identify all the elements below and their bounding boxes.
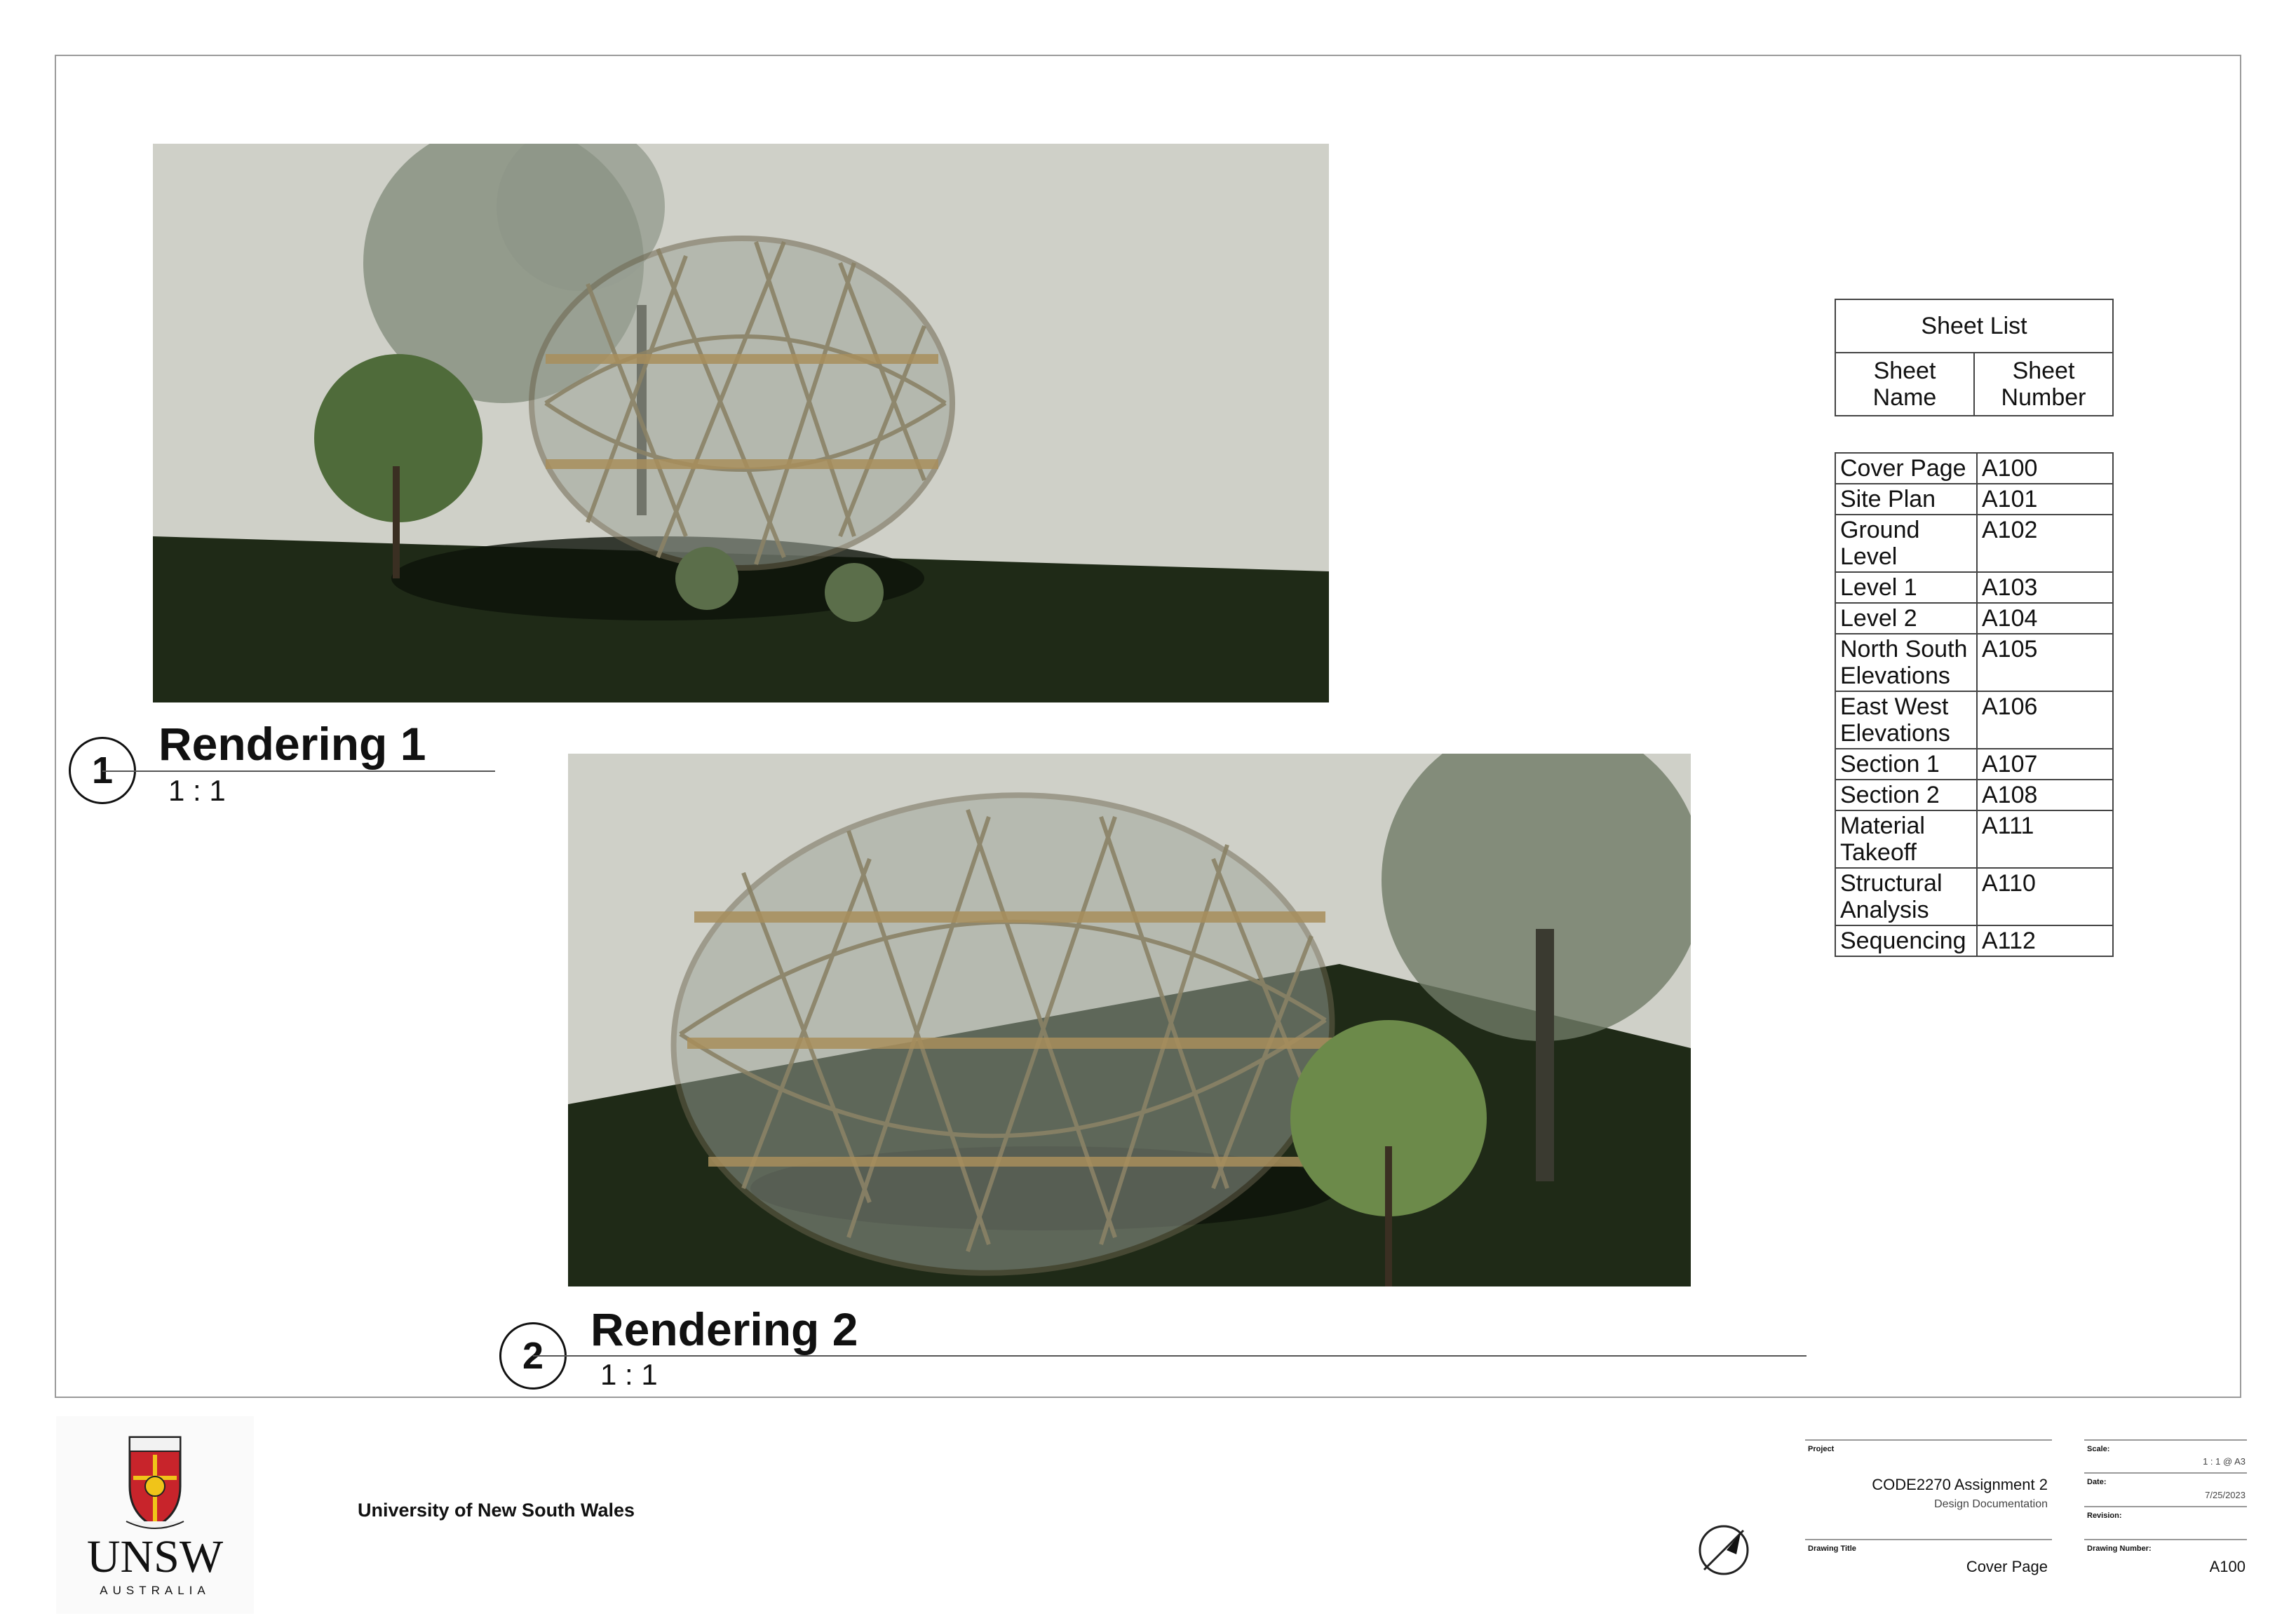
sheet-name-cell: North South Elevations: [1835, 633, 1978, 692]
sheet-number-cell: A105: [1976, 633, 2114, 692]
title-block-line: [2084, 1472, 2247, 1474]
sheet-name-cell: Level 1: [1835, 571, 1978, 604]
project-label: Project: [1808, 1445, 1835, 1453]
sheet-number-cell: A100: [1976, 452, 2114, 484]
sheet-number-cell: A110: [1976, 867, 2114, 926]
sheet-name-column-header: Sheet Name: [1835, 352, 1975, 416]
title-block-line: [2084, 1539, 2247, 1540]
view-2-title-line: [533, 1355, 1807, 1357]
sheet-name-cell: Section 1: [1835, 748, 1978, 780]
date-value: 7/25/2023: [2205, 1490, 2246, 1500]
project-subtitle: Design Documentation: [1934, 1498, 2048, 1510]
unsw-crest-icon: UNSW AUSTRALIA: [87, 1436, 224, 1597]
drawing-number: A100: [2209, 1558, 2246, 1575]
sheet-name-cell: Site Plan: [1835, 483, 1978, 515]
sheet-name-cell: Material Takeoff: [1835, 810, 1978, 869]
sheet-number-cell: A111: [1976, 810, 2114, 869]
sheet-list-header: Sheet List Sheet Name Sheet Number: [1835, 299, 2114, 416]
sheet-name-cell: Cover Page: [1835, 452, 1978, 484]
sheet-number-cell: A104: [1976, 602, 2114, 634]
view-2-title: Rendering 2: [590, 1303, 858, 1355]
view-1-title: Rendering 1: [158, 718, 426, 770]
title-block-line: [2084, 1439, 2247, 1441]
sheet-number-cell: A101: [1976, 483, 2114, 515]
sheet-list-row: Material Takeoff A111: [1835, 810, 2114, 869]
university-name: University of New South Wales: [358, 1500, 635, 1521]
drawing-title-label: Drawing Title: [1808, 1544, 1856, 1553]
sheet-list-row: East West Elevations A106: [1835, 691, 2114, 749]
scale-value: 1 : 1 @ A3: [2203, 1456, 2246, 1467]
sheet-list-row: Level 1 A103: [1835, 571, 2114, 604]
scale-label: Scale:: [2087, 1445, 2110, 1453]
title-block-line: [1805, 1539, 2052, 1540]
title-block-line: [1805, 1439, 2052, 1441]
sheet-list-row: Cover Page A100: [1835, 452, 2114, 484]
sheet-name-cell: Section 2: [1835, 779, 1978, 811]
view-1-title-line: [102, 770, 495, 772]
sheet-name-cell: East West Elevations: [1835, 691, 1978, 749]
sheet-name-cell: Structural Analysis: [1835, 867, 1978, 926]
rendering-2-image: [568, 754, 1691, 1286]
sheet-list-title: Sheet List: [1835, 299, 2114, 353]
sheet-list-row: Site Plan A101: [1835, 483, 2114, 515]
logo-subtext: AUSTRALIA: [100, 1584, 210, 1597]
date-label: Date:: [2087, 1478, 2107, 1486]
sheet-list-row: Level 2 A104: [1835, 602, 2114, 634]
rendering-1-image: [153, 144, 1329, 702]
sheet-number-cell: A102: [1976, 514, 2114, 573]
sheet-number-cell: A112: [1976, 925, 2114, 957]
sheet-list-row: Section 2 A108: [1835, 779, 2114, 811]
unsw-logo: UNSW AUSTRALIA: [56, 1416, 254, 1614]
sheet-number-cell: A107: [1976, 748, 2114, 780]
sheet-number-column-header: Sheet Number: [1973, 352, 2114, 416]
logo-text: UNSW: [87, 1531, 224, 1582]
sheet-list-table: Cover Page A100 Site Plan A101 Ground Level A…: [1835, 452, 2114, 957]
sheet-list-row: Sequencing A112: [1835, 925, 2114, 957]
north-arrow-icon: [1697, 1523, 1750, 1577]
title-block-line: [2084, 1506, 2247, 1507]
sheet-name-cell: Sequencing: [1835, 925, 1978, 957]
sheet-name-cell: Level 2: [1835, 602, 1978, 634]
view-2-scale: 1 : 1: [600, 1358, 658, 1391]
sheet-list-row: Section 1 A107: [1835, 748, 2114, 780]
sheet-list-row: Ground Level A102: [1835, 514, 2114, 573]
sheet-name-cell: Ground Level: [1835, 514, 1978, 573]
drawing-title: Cover Page: [1966, 1558, 2048, 1575]
view-1-scale: 1 : 1: [168, 774, 226, 807]
sheet-number-cell: A108: [1976, 779, 2114, 811]
project-name: CODE2270 Assignment 2: [1872, 1476, 2048, 1493]
drawing-number-label: Drawing Number:: [2087, 1544, 2152, 1553]
sheet-number-cell: A103: [1976, 571, 2114, 604]
sheet-list-row: North South Elevations A105: [1835, 633, 2114, 692]
sheet-number-cell: A106: [1976, 691, 2114, 749]
sheet-list-row: Structural Analysis A110: [1835, 867, 2114, 926]
revision-label: Revision:: [2087, 1512, 2122, 1520]
